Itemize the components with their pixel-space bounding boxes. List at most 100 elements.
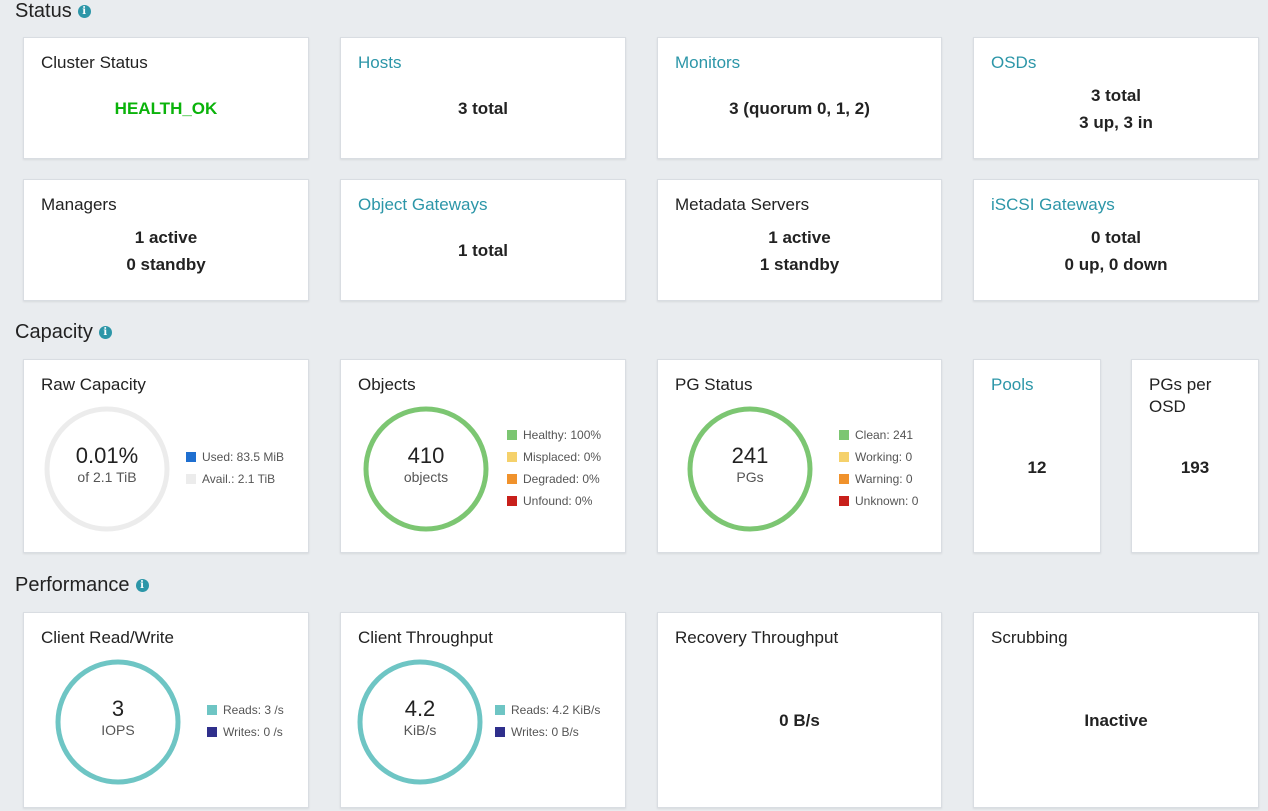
client-read-write-card: Client Read/Write 3 IOPS Reads: 3 /s Wri… <box>23 612 309 808</box>
swatch-degraded <box>507 474 517 484</box>
hosts-link[interactable]: Hosts <box>358 52 401 74</box>
pools-link[interactable]: Pools <box>991 374 1034 396</box>
card-title: Recovery Throughput <box>675 628 839 647</box>
managers-active: 1 active <box>134 228 198 247</box>
pg-status-legend: Clean: 241 Working: 0 Warning: 0 Unknown… <box>839 424 918 512</box>
monitors-card: Monitors 3 (quorum 0, 1, 2) <box>657 37 942 159</box>
iops-value: 3 <box>111 696 125 721</box>
mds-active: 1 active <box>768 228 831 247</box>
scrubbing-card: Scrubbing Inactive <box>973 612 1259 808</box>
card-title: PGs per OSD <box>1149 375 1212 416</box>
recovery-throughput-card: Recovery Throughput 0 B/s <box>657 612 942 808</box>
iops-unit: IOPS <box>101 722 135 738</box>
legend-item[interactable]: Degraded: 0% <box>507 468 601 490</box>
raw-capacity-percent: 0.01% <box>75 443 139 468</box>
osds-total: 3 total <box>1090 86 1142 105</box>
legend-item[interactable]: Avail.: 2.1 TiB <box>186 468 284 490</box>
pools-card: Pools 12 <box>973 359 1101 553</box>
info-icon[interactable]: i <box>135 579 149 592</box>
card-title: Managers <box>41 195 117 214</box>
legend-item[interactable]: Unfound: 0% <box>507 490 601 512</box>
recovery-throughput-value: 0 B/s <box>779 711 820 730</box>
performance-section-title: Performance i <box>15 574 149 597</box>
hosts-value: 3 total <box>457 99 509 118</box>
legend-item[interactable]: Healthy: 100% <box>507 424 601 446</box>
objects-count: 410 <box>407 443 445 468</box>
legend-item[interactable]: Unknown: 0 <box>839 490 918 512</box>
iscsi-gateways-link[interactable]: iSCSI Gateways <box>991 194 1115 216</box>
legend-item[interactable]: Writes: 0 B/s <box>495 721 600 743</box>
card-title: Cluster Status <box>41 53 148 72</box>
capacity-section-title: Capacity i <box>15 321 112 344</box>
iscsi-up-down: 0 up, 0 down <box>1064 255 1168 274</box>
card-title: Client Read/Write <box>41 628 174 647</box>
swatch-used <box>186 452 196 462</box>
legend-item[interactable]: Writes: 0 /s <box>207 721 284 743</box>
raw-capacity-total: of 2.1 TiB <box>77 469 137 485</box>
raw-capacity-legend: Used: 83.5 MiB Avail.: 2.1 TiB <box>186 446 284 490</box>
iscsi-total: 0 total <box>1090 228 1142 247</box>
info-icon[interactable]: i <box>98 326 112 339</box>
monitors-link[interactable]: Monitors <box>675 52 740 74</box>
raw-capacity-center: 0.01% of 2.1 TiB <box>43 444 171 486</box>
info-icon[interactable]: i <box>77 5 91 18</box>
client-throughput-card: Client Throughput 4.2 KiB/s Reads: 4.2 K… <box>340 612 626 808</box>
swatch-healthy <box>507 430 517 440</box>
osds-card: OSDs 3 total 3 up, 3 in <box>973 37 1259 159</box>
throughput-value: 4.2 <box>404 696 436 721</box>
swatch-working <box>839 452 849 462</box>
swatch-reads <box>495 705 505 715</box>
objects-legend: Healthy: 100% Misplaced: 0% Degraded: 0%… <box>507 424 601 512</box>
legend-item[interactable]: Warning: 0 <box>839 468 918 490</box>
throughput-unit: KiB/s <box>403 722 437 738</box>
card-title: PG Status <box>675 375 753 394</box>
monitors-value: 3 (quorum 0, 1, 2) <box>729 99 870 118</box>
legend-item[interactable]: Working: 0 <box>839 446 918 468</box>
card-title: Scrubbing <box>991 628 1068 647</box>
swatch-unknown <box>839 496 849 506</box>
legend-item[interactable]: Misplaced: 0% <box>507 446 601 468</box>
pg-status-center: 241 PGs <box>686 444 814 486</box>
card-title: Client Throughput <box>358 628 493 647</box>
objects-center: 410 objects <box>362 444 490 486</box>
legend-item[interactable]: Clean: 241 <box>839 424 918 446</box>
object-gateways-value: 1 total <box>457 241 509 260</box>
pg-unit: PGs <box>736 469 764 485</box>
client-rw-center: 3 IOPS <box>54 697 182 739</box>
object-gateways-link[interactable]: Object Gateways <box>358 194 487 216</box>
swatch-unfound <box>507 496 517 506</box>
osds-up-in: 3 up, 3 in <box>1079 113 1153 132</box>
legend-item[interactable]: Reads: 3 /s <box>207 699 284 721</box>
swatch-writes <box>207 727 217 737</box>
managers-standby: 0 standby <box>126 255 206 274</box>
swatch-writes <box>495 727 505 737</box>
cluster-status-card: Cluster Status HEALTH_OK <box>23 37 309 159</box>
pg-count: 241 <box>731 443 769 468</box>
swatch-clean <box>839 430 849 440</box>
card-title: Metadata Servers <box>675 195 810 214</box>
pools-count: 12 <box>1027 458 1047 477</box>
hosts-card: Hosts 3 total <box>340 37 626 159</box>
swatch-avail <box>186 474 196 484</box>
status-section-title: Status i <box>15 0 91 23</box>
object-gateways-card: Object Gateways 1 total <box>340 179 626 301</box>
objects-unit: objects <box>403 469 449 485</box>
card-title: Raw Capacity <box>41 375 146 394</box>
card-title: Objects <box>358 375 416 394</box>
metadata-servers-card: Metadata Servers 1 active 1 standby <box>657 179 942 301</box>
objects-card: Objects 410 objects Healthy: 100% Mispla… <box>340 359 626 553</box>
pg-status-card: PG Status 241 PGs Clean: 241 Working: 0 … <box>657 359 942 553</box>
iscsi-gateways-card: iSCSI Gateways 0 total 0 up, 0 down <box>973 179 1259 301</box>
legend-item[interactable]: Reads: 4.2 KiB/s <box>495 699 600 721</box>
scrubbing-status: Inactive <box>1084 711 1148 730</box>
swatch-misplaced <box>507 452 517 462</box>
osds-link[interactable]: OSDs <box>991 52 1036 74</box>
health-status: HEALTH_OK <box>114 99 218 118</box>
pgs-per-osd-card: PGs per OSD 193 <box>1131 359 1259 553</box>
swatch-warning <box>839 474 849 484</box>
legend-item[interactable]: Used: 83.5 MiB <box>186 446 284 468</box>
raw-capacity-card: Raw Capacity 0.01% of 2.1 TiB Used: 83.5… <box>23 359 309 553</box>
mds-standby: 1 standby <box>759 255 840 274</box>
swatch-reads <box>207 705 217 715</box>
client-throughput-legend: Reads: 4.2 KiB/s Writes: 0 B/s <box>495 699 600 743</box>
